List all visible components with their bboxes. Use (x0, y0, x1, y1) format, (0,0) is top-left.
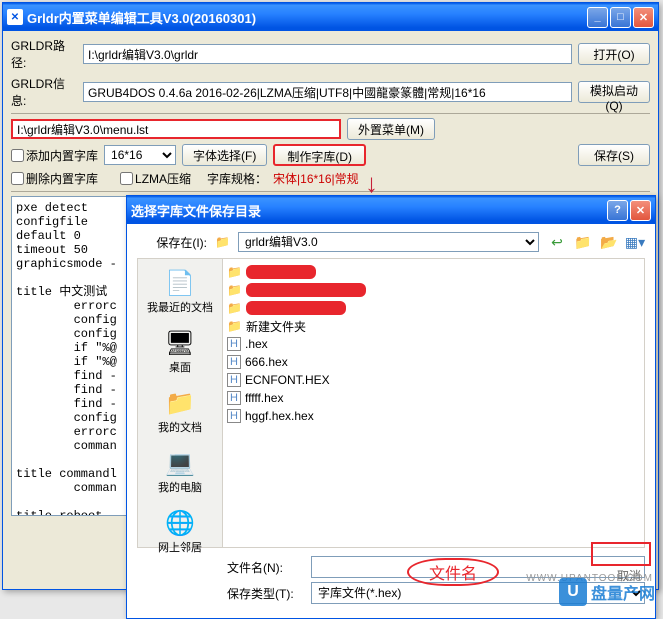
app-icon: ✕ (7, 9, 23, 25)
font-spec-label: 字库规格： (207, 170, 267, 187)
make-font-button[interactable]: 制作字库(D) (273, 144, 366, 166)
redacted (246, 301, 346, 315)
place-mycomp[interactable]: 💻我的电脑 (158, 447, 202, 495)
list-item[interactable]: 📁 (227, 299, 640, 317)
save-button[interactable]: 保存(S) (578, 144, 650, 166)
savein-label: 保存在(I): (137, 234, 207, 251)
filetype-label: 保存类型(T): (227, 585, 303, 602)
list-item[interactable]: H666.hex (227, 353, 640, 371)
path-input[interactable] (83, 44, 572, 64)
hex-file-icon: H (227, 391, 241, 405)
place-desktop[interactable]: 🖥桌面 (164, 327, 196, 375)
folder-icon: 📁 (227, 301, 242, 315)
folder-icon: 📁 (227, 265, 242, 279)
filename-annotation: 文件名 (407, 558, 499, 586)
ext-menu-button[interactable]: 外置菜单(M) (347, 118, 435, 140)
list-item[interactable]: 📁 (227, 281, 640, 299)
filename-label: 文件名(N): (227, 559, 303, 576)
main-title: Grldr内置菜单编辑工具V3.0(20160301) (27, 8, 587, 27)
save-btn-annotation (591, 542, 651, 566)
list-item[interactable]: 📁 (227, 263, 640, 281)
hex-file-icon: H (227, 337, 241, 351)
folder-icon: 📁 (227, 283, 242, 297)
savein-combo[interactable]: grldr编辑V3.0 (238, 232, 539, 252)
back-icon[interactable]: ↩ (547, 232, 567, 252)
place-recent[interactable]: 📄我最近的文档 (147, 267, 213, 315)
hex-file-icon: H (227, 409, 241, 423)
info-label: GRLDR信息: (11, 75, 77, 109)
places-bar: 📄我最近的文档 🖥桌面 📁我的文档 💻我的电脑 🌐网上邻居 (137, 258, 223, 548)
place-mydocs[interactable]: 📁我的文档 (158, 387, 202, 435)
list-item[interactable]: 📁新建文件夹 (227, 317, 640, 335)
font-size-combo[interactable]: 16*16 (104, 145, 176, 165)
folder-icon: 📁 (215, 235, 230, 249)
minimize-button[interactable]: _ (587, 7, 608, 28)
watermark-icon: U (559, 578, 587, 606)
up-icon[interactable]: 📁 (573, 232, 593, 252)
dialog-title: 选择字库文件保存目录 (131, 201, 607, 220)
font-spec-value: 宋体|16*16|常规 (273, 170, 359, 187)
open-button[interactable]: 打开(O) (578, 43, 650, 65)
watermark: U 盘量产网 (559, 578, 655, 606)
save-dialog: 选择字库文件保存目录 ? ✕ 保存在(I): 📁 grldr编辑V3.0 ↩ 📁… (126, 195, 656, 619)
add-font-checkbox[interactable]: 添加内置字库 (11, 147, 98, 164)
main-titlebar[interactable]: ✕ Grldr内置菜单编辑工具V3.0(20160301) _ □ ✕ (3, 3, 658, 31)
maximize-button[interactable]: □ (610, 7, 631, 28)
list-item[interactable]: H.hex (227, 335, 640, 353)
font-select-button[interactable]: 字体选择(F) (182, 144, 267, 166)
hex-file-icon: H (227, 373, 241, 387)
views-icon[interactable]: ▦▾ (625, 232, 645, 252)
close-button[interactable]: ✕ (633, 7, 654, 28)
folder-icon: 📁 (227, 319, 242, 333)
hex-file-icon: H (227, 355, 241, 369)
newfolder-icon[interactable]: 📂 (599, 232, 619, 252)
menu-path-input[interactable] (11, 119, 341, 139)
dialog-close-button[interactable]: ✕ (630, 200, 651, 221)
list-item[interactable]: Hhggf.hex.hex (227, 407, 640, 425)
path-label: GRLDR路径: (11, 37, 77, 71)
dialog-help-button[interactable]: ? (607, 200, 628, 221)
dialog-titlebar[interactable]: 选择字库文件保存目录 ? ✕ (127, 196, 655, 224)
lzma-checkbox[interactable]: LZMA压缩 (120, 170, 191, 187)
list-item[interactable]: HECNFONT.HEX (227, 371, 640, 389)
sim-button[interactable]: 模拟启动(Q) (578, 81, 650, 103)
place-network[interactable]: 🌐网上邻居 (158, 507, 202, 555)
redacted (246, 265, 316, 279)
info-input[interactable] (83, 82, 572, 102)
file-list[interactable]: 📁 📁 📁 📁新建文件夹 H.hex H666.hex HECNFONT.HEX… (223, 258, 645, 548)
del-font-checkbox[interactable]: 删除内置字库 (11, 170, 98, 187)
list-item[interactable]: Hfffff.hex (227, 389, 640, 407)
redacted (246, 283, 366, 297)
